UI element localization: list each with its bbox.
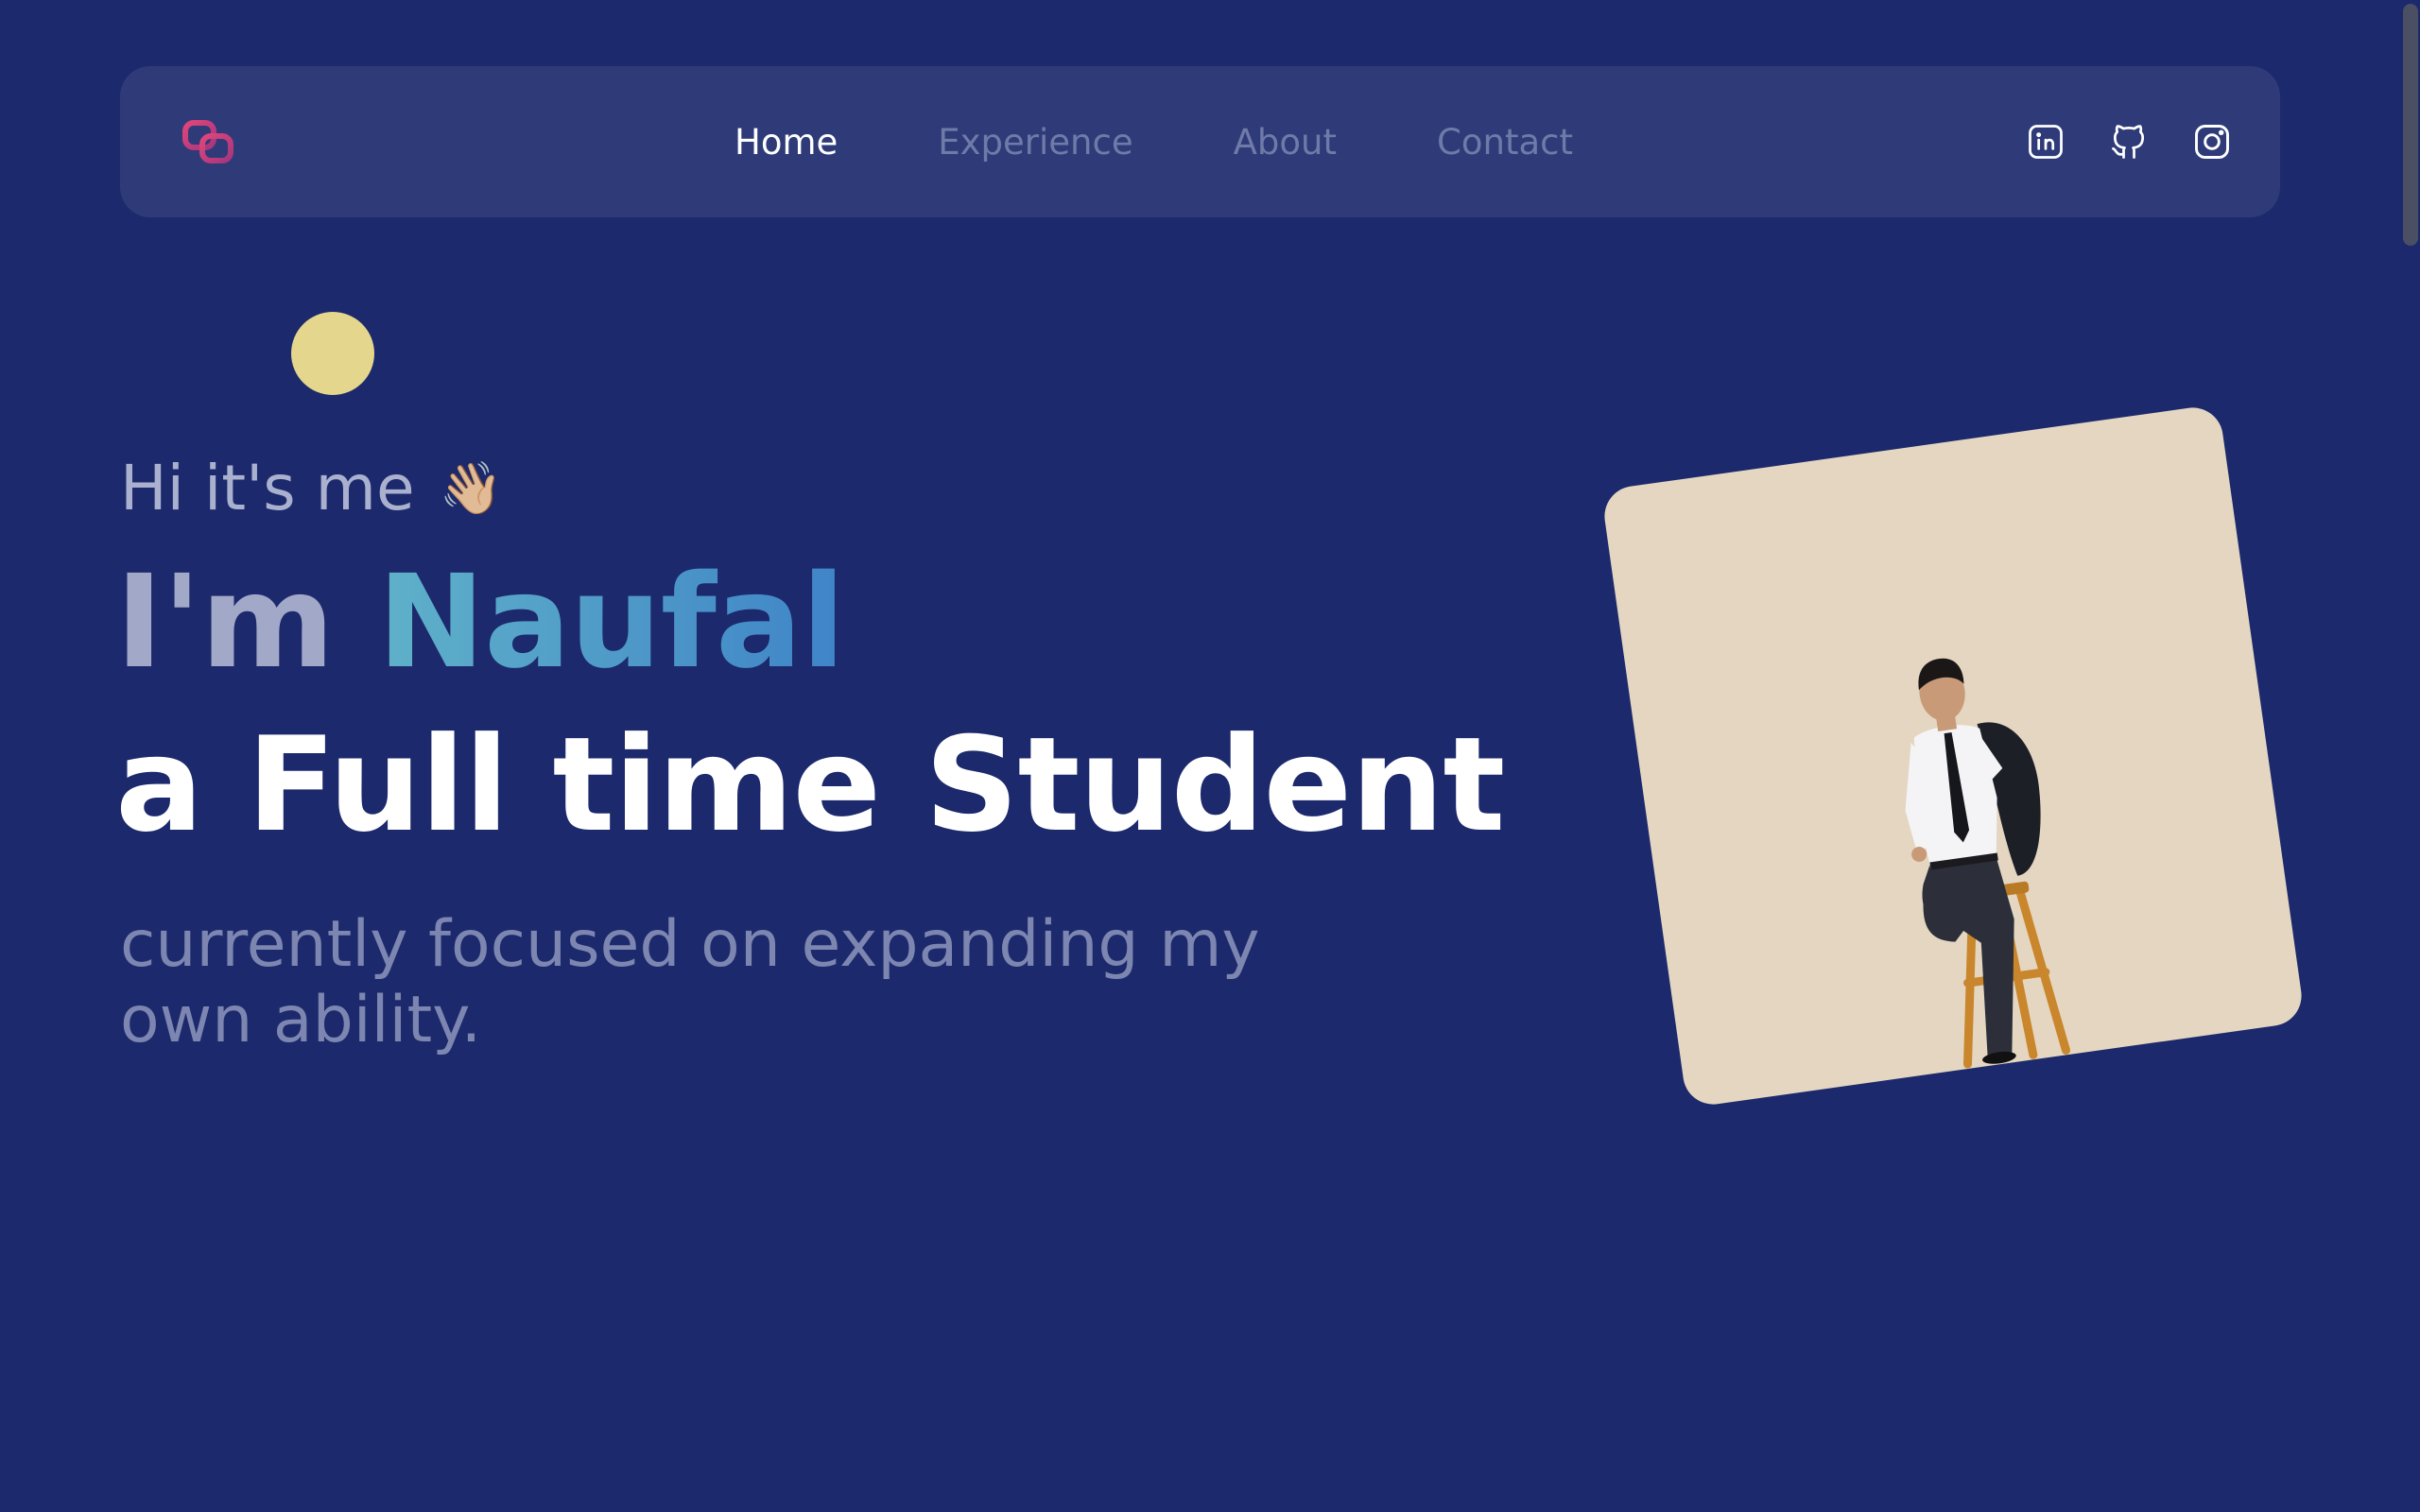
hero-role-heading: a Full time Student [115, 709, 1505, 861]
scrollbar[interactable] [2401, 0, 2420, 1512]
name-text: Naufal [377, 548, 845, 697]
hero-name-heading: I'm Naufal [115, 552, 845, 695]
instagram-icon[interactable] [2189, 119, 2235, 164]
greeting: Hi it's me 👋🏼 [120, 452, 503, 524]
nav-links: Home Experience About Contact [735, 66, 1573, 217]
github-icon[interactable] [2106, 119, 2152, 164]
hero-tagline: currently focused on expanding my own ab… [120, 907, 1260, 1057]
greeting-text: Hi it's me [120, 452, 415, 524]
chain-link-logo-icon[interactable] [182, 115, 234, 168]
decorative-dot [291, 312, 374, 395]
navbar: Home Experience About Contact [120, 66, 2280, 217]
im-text: I'm [115, 548, 335, 697]
scrollbar-thumb[interactable] [2403, 4, 2418, 246]
page: Home Experience About Contact Hi it's me… [0, 0, 2420, 1512]
nav-link-experience[interactable]: Experience [938, 122, 1132, 163]
nav-link-about[interactable]: About [1234, 122, 1337, 163]
nav-link-home[interactable]: Home [735, 122, 838, 163]
waving-hand-icon: 👋🏼 [439, 457, 503, 518]
linkedin-icon[interactable] [2023, 119, 2068, 164]
social-links [1985, 66, 2235, 217]
nav-link-contact[interactable]: Contact [1437, 122, 1573, 163]
profile-photo [1600, 404, 2306, 1108]
person-figure [1905, 658, 2071, 1069]
